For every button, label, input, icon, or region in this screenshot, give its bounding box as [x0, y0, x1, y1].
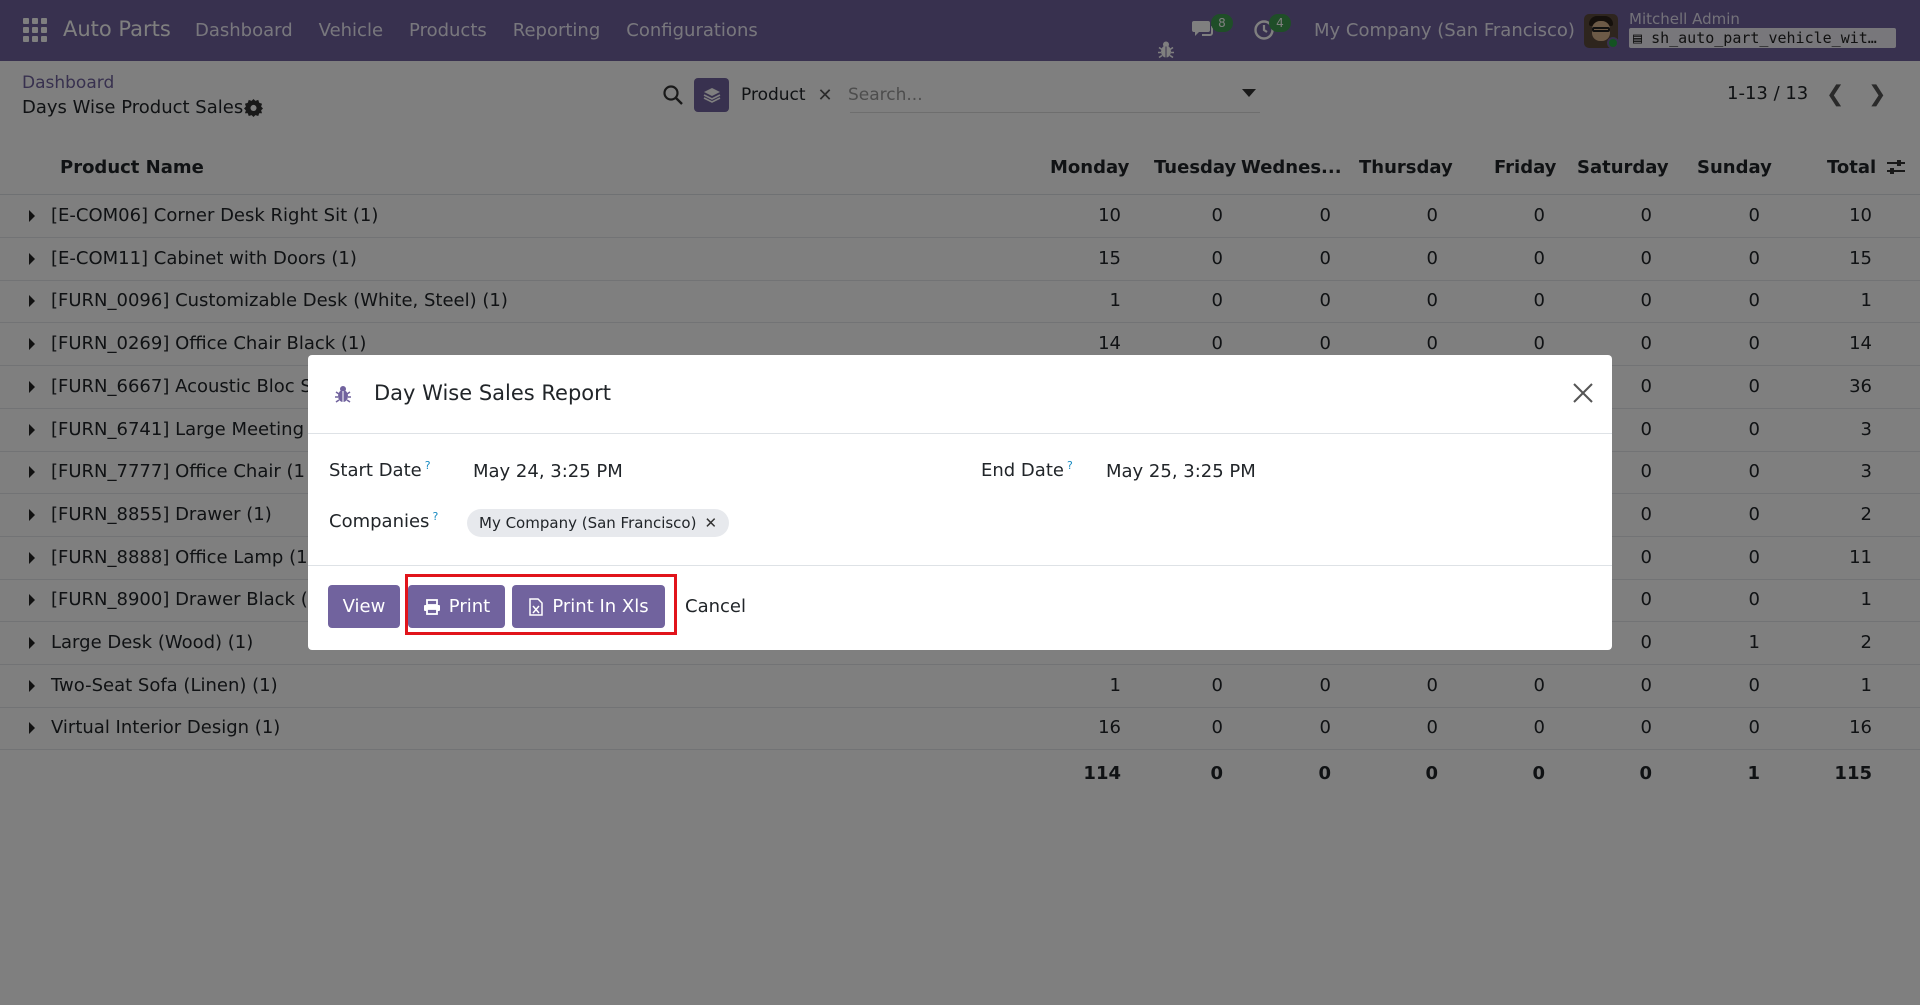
cancel-button[interactable]: Cancel: [685, 596, 746, 617]
view-button-label: View: [342, 596, 386, 617]
modal-header: Day Wise Sales Report: [308, 355, 1612, 434]
company-tag: My Company (San Francisco) ✕: [467, 509, 730, 537]
close-icon[interactable]: [1569, 379, 1597, 407]
modal-title: Day Wise Sales Report: [374, 381, 611, 405]
end-date-label: End Date?: [981, 459, 1073, 481]
modal-footer-divider: [308, 565, 1612, 566]
start-date-label-text: Start Date: [329, 460, 422, 481]
remove-tag-icon[interactable]: ✕: [704, 514, 717, 532]
end-date-label-text: End Date: [981, 460, 1064, 481]
companies-label: Companies?: [329, 510, 438, 532]
help-tooltip-icon[interactable]: ?: [432, 510, 438, 523]
companies-label-text: Companies: [329, 511, 430, 532]
print-buttons-highlight: [405, 574, 677, 635]
help-tooltip-icon[interactable]: ?: [1067, 459, 1073, 472]
company-tag-label: My Company (San Francisco): [479, 514, 697, 532]
end-date-field[interactable]: May 25, 3:25 PM: [1106, 461, 1256, 482]
day-wise-sales-dialog: Day Wise Sales Report Start Date? May 24…: [308, 355, 1612, 650]
help-tooltip-icon[interactable]: ?: [425, 459, 431, 472]
start-date-label: Start Date?: [329, 459, 431, 481]
view-button[interactable]: View: [328, 585, 400, 628]
start-date-field[interactable]: May 24, 3:25 PM: [473, 461, 623, 482]
debug-bug-icon[interactable]: [334, 384, 352, 404]
